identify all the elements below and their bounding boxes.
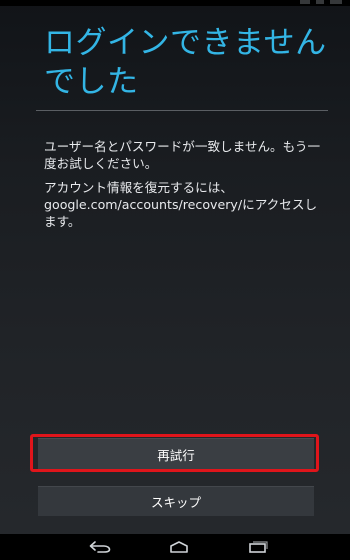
skip-button-label: スキップ xyxy=(150,494,201,510)
skip-button[interactable]: スキップ xyxy=(38,486,314,516)
recovery-message: アカウント情報を復元するには、google.com/accounts/recov… xyxy=(44,180,318,229)
recent-apps-icon[interactable] xyxy=(246,538,270,556)
back-icon[interactable] xyxy=(88,538,112,556)
error-message: ユーザー名とパスワードが一致しません。もう一度お試しください。 xyxy=(44,139,321,171)
retry-button[interactable]: 再試行 xyxy=(38,438,314,470)
retry-button-label: 再試行 xyxy=(157,447,195,463)
home-icon[interactable] xyxy=(167,538,191,556)
login-failed-screen: ログインできませんでした ユーザー名とパスワードが一致しません。もう一度お試しく… xyxy=(0,0,350,560)
status-bar xyxy=(0,0,350,6)
page-title: ログインできませんでした xyxy=(44,25,327,100)
title-divider xyxy=(36,110,328,111)
navigation-bar xyxy=(0,534,350,560)
status-icons xyxy=(294,0,342,4)
